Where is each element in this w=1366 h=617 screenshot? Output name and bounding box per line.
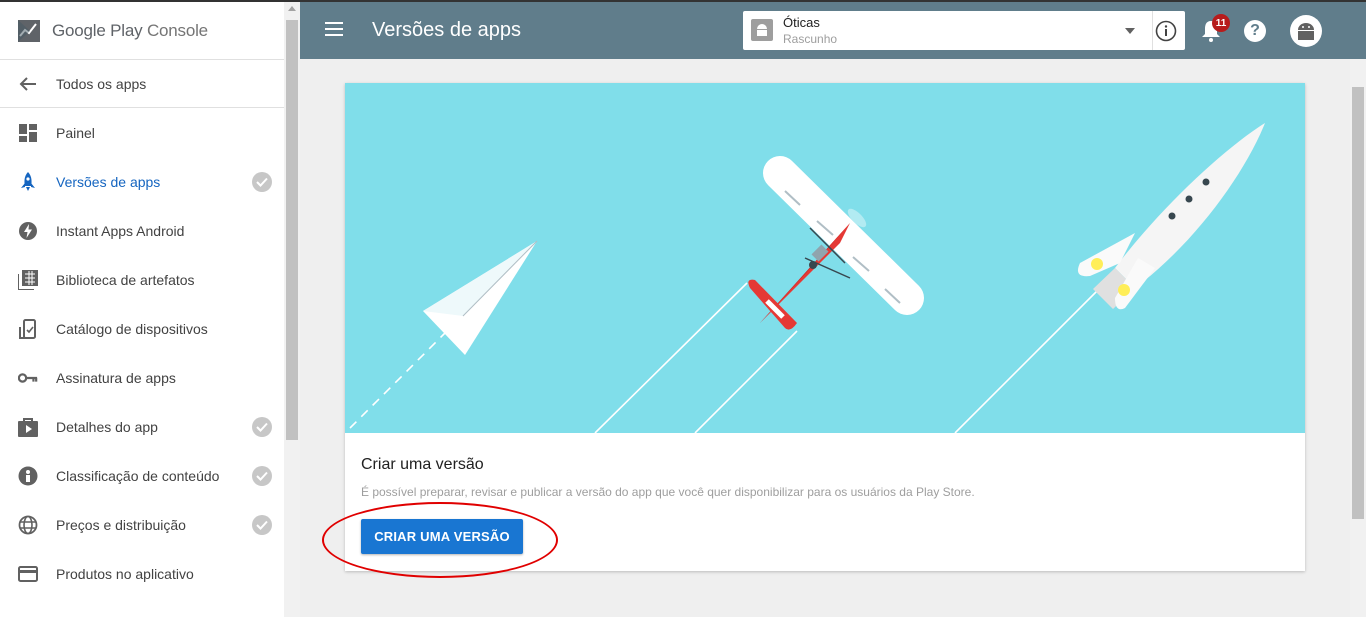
card-title: Criar uma versão [361,456,484,473]
sidebar-item-label: Classificação de conteúdo [56,467,220,484]
sidebar-item-label: Produtos no aplicativo [56,565,194,582]
play-console-logo-icon [18,19,40,42]
rocket-icon [18,171,38,192]
card-icon [18,564,38,584]
sidebar: Google Play Console Todos os apps Painel… [0,2,284,617]
brand-name-main: Google Play [52,20,143,40]
brand-header[interactable]: Google Play Console [0,2,284,60]
sidebar-item-label: Detalhes do app [56,418,158,435]
dashboard-icon [18,123,38,143]
rating-icon [18,466,38,486]
sidebar-item-store-listing[interactable]: Detalhes do app [0,402,284,451]
devices-icon [18,318,38,339]
sidebar-scrollbar[interactable] [284,2,300,617]
android-avatar-icon [1298,23,1314,40]
app-status: Rascunho [783,32,838,46]
sidebar-item-label: Todos os apps [56,75,147,92]
sidebar-item-in-app-products[interactable]: Produtos no aplicativo [0,549,284,598]
sidebar-item-label: Catálogo de dispositivos [56,320,208,337]
sidebar-item-content-rating[interactable]: Classificação de conteúdo [0,451,284,500]
brand-name: Google Play Console [52,21,208,41]
divider [1152,11,1153,50]
check-icon [252,465,272,486]
scroll-up-arrow-icon[interactable] [288,6,296,11]
main-scrollbar-thumb[interactable] [1352,87,1364,519]
sidebar-item-all-apps[interactable]: Todos os apps [0,60,284,108]
menu-icon[interactable] [325,22,343,36]
info-icon[interactable] [1155,20,1177,42]
create-release-button[interactable]: CRIAR UMA VERSÃO [361,519,523,554]
globe-icon [18,515,38,535]
sidebar-item-label: Instant Apps Android [56,222,185,239]
create-release-card: Criar uma versão É possível preparar, re… [345,83,1305,571]
window-top-border [0,0,1366,2]
sidebar-item-label: Preços e distribuição [56,516,186,533]
main-scrollbar[interactable] [1350,59,1366,617]
top-app-bar: Versões de apps Óticas Rascunho 11 ? [300,2,1366,59]
sidebar-scrollbar-thumb[interactable] [286,20,298,440]
notification-count-badge: 11 [1212,14,1230,32]
app-selector[interactable]: Óticas Rascunho [743,11,1185,50]
check-icon [252,171,272,192]
sidebar-item-artifact-library[interactable]: Biblioteca de artefatos [0,255,284,304]
store-icon [18,417,38,437]
sidebar-item-app-signing[interactable]: Assinatura de apps [0,353,284,402]
android-app-icon [751,19,773,41]
sidebar-item-instant-apps[interactable]: Instant Apps Android [0,206,284,255]
sidebar-item-app-releases[interactable]: Versões de apps [0,157,284,206]
app-name: Óticas [783,15,820,30]
brand-name-suffix: Console [146,20,208,40]
sidebar-item-label: Versões de apps [56,173,161,190]
check-icon [252,514,272,535]
sidebar-item-painel[interactable]: Painel [0,108,284,157]
sidebar-item-label: Assinatura de apps [56,369,176,386]
library-icon [18,269,38,290]
card-description: É possível preparar, revisar e publicar … [361,485,975,499]
sidebar-item-label: Biblioteca de artefatos [56,271,195,288]
sidebar-item-device-catalog[interactable]: Catálogo de dispositivos [0,304,284,353]
sidebar-item-pricing-distribution[interactable]: Preços e distribuição [0,500,284,549]
page-title: Versões de apps [372,19,521,41]
release-illustration [345,83,1305,433]
check-icon [252,416,272,437]
chevron-down-icon[interactable] [1125,28,1135,34]
key-icon [18,368,38,388]
bolt-icon [18,221,38,241]
help-icon[interactable]: ? [1244,20,1266,42]
account-avatar[interactable] [1290,15,1322,47]
sidebar-item-label: Painel [56,124,95,141]
arrow-back-icon [18,74,38,94]
